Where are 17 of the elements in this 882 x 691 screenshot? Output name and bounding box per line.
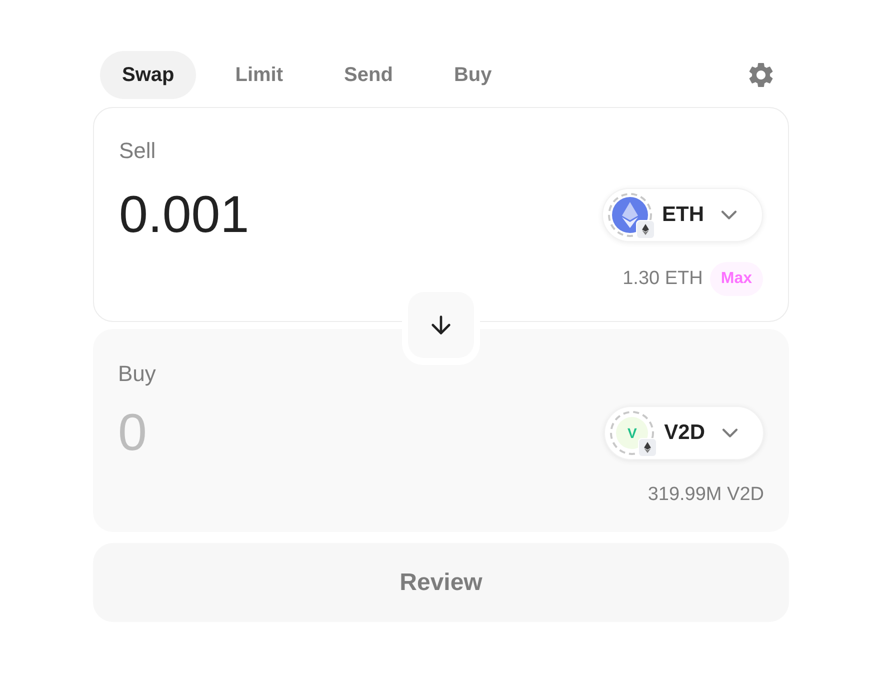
token-selector[interactable]: V V2D: [604, 406, 764, 460]
max-button[interactable]: Max: [710, 262, 763, 296]
buy-label: Buy: [118, 361, 156, 387]
balance-text: 1.30 ETH: [622, 266, 703, 291]
dashed-ring-icon: [610, 411, 654, 455]
token-selector[interactable]: ETH: [602, 188, 763, 242]
sell-label: Sell: [119, 138, 156, 164]
swap-direction-button[interactable]: [408, 292, 474, 358]
balance-text: 319.99M V2D: [648, 483, 764, 507]
amount-input[interactable]: 0.001: [119, 185, 459, 245]
tab[interactable]: Send: [322, 51, 415, 99]
tab[interactable]: Limit: [213, 51, 306, 99]
network-badge-icon: [638, 438, 658, 457]
tab[interactable]: Swap: [100, 51, 196, 99]
network-badge-icon: [636, 220, 655, 239]
amount-input[interactable]: 0: [118, 403, 458, 463]
tab[interactable]: Buy: [432, 51, 514, 99]
